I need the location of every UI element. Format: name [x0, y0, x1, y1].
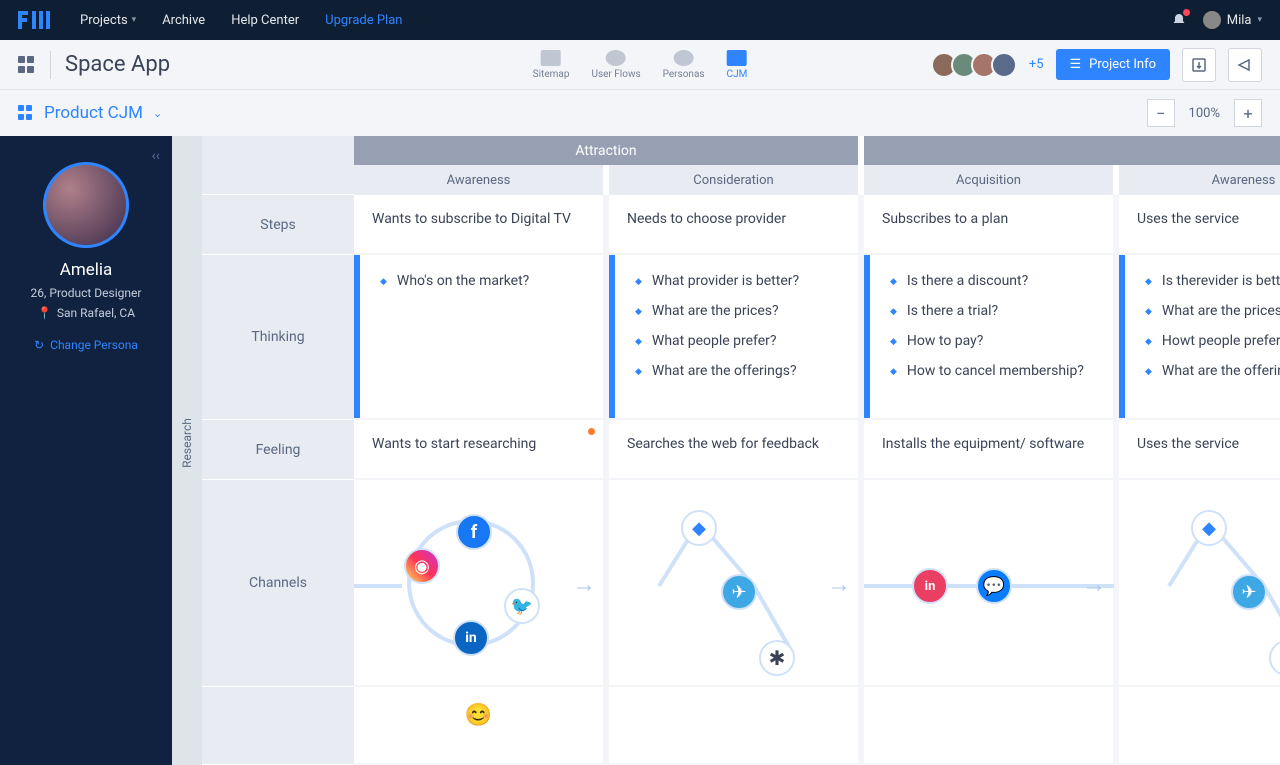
- change-persona-button[interactable]: ↻ Change Persona: [10, 338, 162, 352]
- invision-icon[interactable]: in: [912, 568, 948, 604]
- user-menu[interactable]: Mila ▾: [1203, 11, 1262, 29]
- thinking-cell-3[interactable]: Is there a discount?Is there a trial?How…: [864, 255, 1119, 420]
- feeling-cell-3[interactable]: Installs the equipment/ software: [864, 420, 1119, 480]
- thinking-cell-4[interactable]: Is therevider is better?What are the pri…: [1119, 255, 1280, 420]
- feeling-cell-1[interactable]: Wants to start researching: [354, 420, 609, 480]
- more-collaborators[interactable]: +5: [1029, 57, 1044, 72]
- substage-awareness[interactable]: Awareness: [354, 165, 609, 195]
- channels-cell-3[interactable]: in 💬 →: [864, 480, 1119, 687]
- collaborator-avatars[interactable]: [931, 52, 1017, 78]
- user-avatar-icon: [1203, 11, 1221, 29]
- row-label-channels: Channels: [202, 480, 354, 687]
- notification-dot: [1183, 9, 1190, 16]
- substage-acquisition[interactable]: Acquisition: [864, 165, 1119, 195]
- chevron-down-icon: ▾: [1257, 15, 1262, 25]
- user-name: Mila: [1227, 13, 1252, 28]
- project-info-button[interactable]: ☰ Project Info: [1056, 49, 1170, 80]
- step-cell-3[interactable]: Subscribes to a plan: [864, 195, 1119, 255]
- nav-help[interactable]: Help Center: [231, 13, 299, 28]
- userflows-icon: [606, 50, 626, 66]
- zoom-in-button[interactable]: +: [1234, 99, 1262, 127]
- messenger-icon[interactable]: 💬: [976, 568, 1012, 604]
- chevron-down-icon: ⌄: [153, 107, 162, 120]
- step-cell-4[interactable]: Uses the service: [1119, 195, 1280, 255]
- research-vertical-tab[interactable]: Research: [172, 136, 202, 765]
- tab-sitemap[interactable]: Sitemap: [533, 50, 570, 80]
- location-icon: 📍: [37, 306, 52, 320]
- substage-consideration[interactable]: Consideration: [609, 165, 864, 195]
- persona-role: 26, Product Designer: [10, 286, 162, 300]
- empty-cell-4[interactable]: [1119, 687, 1280, 765]
- slack-icon[interactable]: ✱: [759, 640, 795, 676]
- refresh-icon: ↻: [34, 338, 44, 352]
- tab-cjm[interactable]: CJM: [727, 50, 748, 80]
- row-label-thinking: Thinking: [202, 255, 354, 420]
- collapse-sidebar-button[interactable]: ‹‹: [152, 148, 160, 164]
- instagram-icon[interactable]: ◉: [404, 548, 440, 584]
- alert-dot-icon: [588, 428, 595, 435]
- step-cell-2[interactable]: Needs to choose provider: [609, 195, 864, 255]
- diamond-icon[interactable]: ◆: [681, 510, 717, 546]
- nav-projects[interactable]: Projects ▾: [80, 13, 136, 28]
- empty-cell-3[interactable]: [864, 687, 1119, 765]
- diamond-icon[interactable]: ◆: [1191, 510, 1227, 546]
- tab-personas[interactable]: Personas: [663, 50, 705, 80]
- persona-location: 📍 San Rafael, CA: [10, 306, 162, 320]
- phase-2[interactable]: [864, 136, 1280, 165]
- cjm-icon: [727, 50, 747, 66]
- facebook-icon[interactable]: f: [456, 514, 492, 550]
- empty-cell-1[interactable]: 😊: [354, 687, 609, 765]
- personas-icon: [674, 50, 694, 66]
- zoom-level: 100%: [1181, 106, 1228, 121]
- telegram-icon[interactable]: ✈: [1231, 574, 1267, 610]
- step-cell-1[interactable]: Wants to subscribe to Digital TV: [354, 195, 609, 255]
- logo[interactable]: [18, 11, 52, 29]
- empty-cell-2[interactable]: [609, 687, 864, 765]
- sitemap-icon: [541, 50, 561, 66]
- cjm-breadcrumb[interactable]: Product CJM ⌄: [18, 103, 162, 123]
- channels-cell-1[interactable]: ◉ f in 🐦 →: [354, 480, 609, 687]
- share-button[interactable]: [1228, 48, 1262, 82]
- flow-arrow-icon: →: [572, 570, 596, 599]
- list-icon: ☰: [1070, 57, 1082, 72]
- linkedin-icon[interactable]: in: [453, 620, 489, 656]
- chevron-down-icon: ▾: [132, 15, 137, 25]
- notifications-icon[interactable]: [1171, 12, 1187, 28]
- nav-archive[interactable]: Archive: [162, 13, 205, 28]
- tab-userflows[interactable]: User Flows: [591, 50, 640, 80]
- persona-name: Amelia: [10, 260, 162, 280]
- thinking-cell-2[interactable]: What provider is better?What are the pri…: [609, 255, 864, 420]
- apps-icon[interactable]: [18, 56, 36, 74]
- feeling-cell-4[interactable]: Uses the service: [1119, 420, 1280, 480]
- channels-cell-4[interactable]: ◆ ✈ ✱: [1119, 480, 1280, 687]
- telegram-icon[interactable]: ✈: [721, 574, 757, 610]
- nav-upgrade[interactable]: Upgrade Plan: [325, 13, 402, 28]
- feeling-cell-2[interactable]: Searches the web for feedback: [609, 420, 864, 480]
- project-title[interactable]: Space App: [65, 52, 170, 77]
- row-label-feeling: Feeling: [202, 420, 354, 480]
- zoom-out-button[interactable]: −: [1147, 99, 1175, 127]
- save-button[interactable]: [1182, 48, 1216, 82]
- phase-attraction[interactable]: Attraction: [354, 136, 864, 165]
- twitter-icon[interactable]: 🐦: [504, 588, 540, 624]
- row-label-steps: Steps: [202, 195, 354, 255]
- flow-arrow-icon: →: [827, 570, 851, 599]
- flow-arrow-icon: →: [1082, 570, 1106, 599]
- thinking-cell-1[interactable]: Who's on the market?: [354, 255, 609, 420]
- channels-cell-2[interactable]: ◆ ✈ ✱ →: [609, 480, 864, 687]
- persona-avatar[interactable]: [43, 162, 129, 248]
- grid-icon: [18, 105, 34, 121]
- substage-awareness-2[interactable]: Awareness: [1119, 165, 1280, 195]
